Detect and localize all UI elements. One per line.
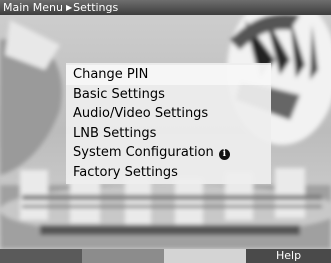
menu-item-label: Factory Settings bbox=[73, 164, 178, 180]
menu-item-lnb-settings[interactable]: LNB Settings bbox=[66, 124, 271, 144]
breadcrumb-root[interactable]: Main Menu bbox=[3, 1, 63, 14]
menu-item-label: Change PIN bbox=[73, 67, 149, 82]
settings-menu: Change PIN Basic Settings Audio/Video Se… bbox=[66, 63, 271, 184]
yellow-key-button[interactable] bbox=[164, 249, 246, 263]
menu-item-change-pin[interactable]: Change PIN bbox=[66, 65, 271, 85]
menu-item-label: Audio/Video Settings bbox=[73, 106, 209, 121]
green-key-button[interactable] bbox=[82, 249, 164, 263]
menu-item-system-configuration[interactable]: System Configuration i bbox=[66, 143, 271, 163]
menu-item-basic-settings[interactable]: Basic Settings bbox=[66, 85, 271, 105]
tv-screen: Main Menu ▶Settings Change PIN Basic Sett… bbox=[0, 0, 331, 263]
help-label: Help bbox=[276, 249, 302, 262]
function-key-bar: Help bbox=[0, 249, 331, 263]
menu-item-label: LNB Settings bbox=[73, 125, 157, 141]
breadcrumb-current: Settings bbox=[73, 1, 119, 14]
red-key-button[interactable] bbox=[0, 249, 82, 263]
menu-item-factory-settings[interactable]: Factory Settings bbox=[66, 163, 271, 183]
menu-item-label: System Configuration bbox=[73, 145, 214, 160]
menu-item-label: Basic Settings bbox=[73, 86, 165, 102]
menu-item-audio-video-settings[interactable]: Audio/Video Settings bbox=[66, 104, 271, 124]
help-button[interactable]: Help bbox=[246, 249, 331, 263]
triangle-right-icon: ▶ bbox=[65, 3, 73, 12]
breadcrumb: Main Menu ▶Settings bbox=[0, 0, 331, 15]
info-icon: i bbox=[218, 149, 230, 160]
